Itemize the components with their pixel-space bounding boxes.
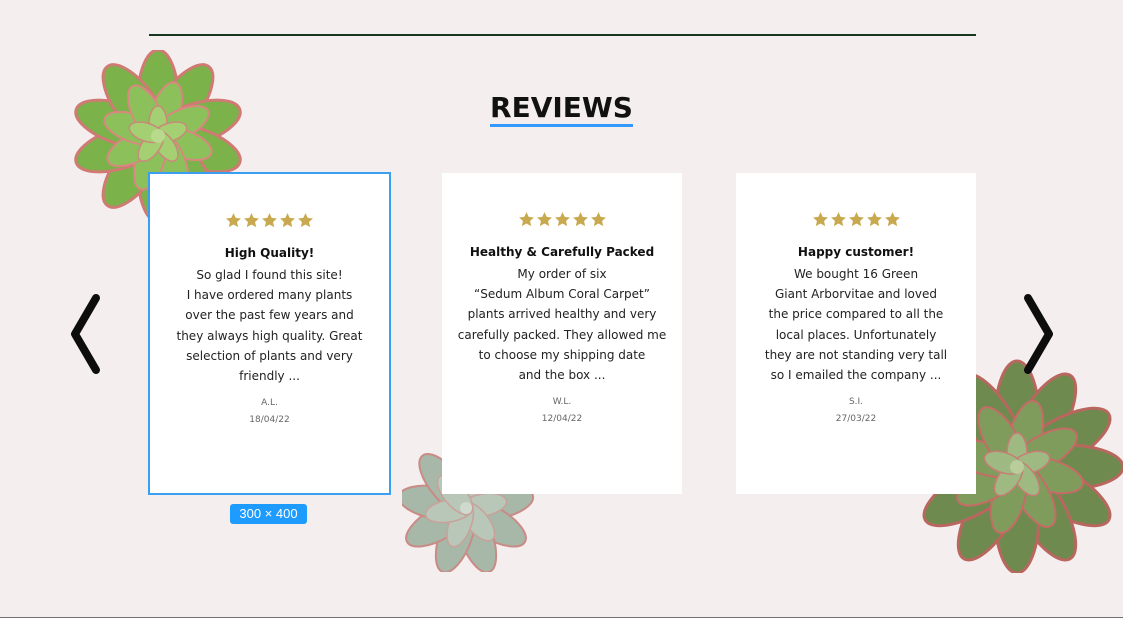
review-text-line: to choose my shipping date: [478, 347, 646, 362]
review-date: 18/04/22: [249, 415, 290, 425]
star-icon: [866, 212, 882, 227]
review-text-line: I have ordered many plants: [186, 288, 353, 303]
review-text: So glad I found this site! I have ordere…: [150, 265, 389, 386]
review-text-line: selection of plants and very: [186, 348, 353, 363]
review-title: Healthy & Carefully Packed: [469, 245, 655, 259]
review-card[interactable]: Healthy & Carefully Packed My order of s…: [442, 173, 682, 494]
review-text-line: over the past few years and: [185, 308, 354, 323]
star-icon: [298, 213, 313, 228]
star-icon: [226, 213, 241, 228]
star-icon: [536, 212, 552, 227]
reviews-heading-text: REVIEWS: [490, 92, 633, 127]
carousel-next-button[interactable]: [1018, 290, 1058, 378]
review-date: 27/03/22: [835, 414, 877, 424]
review-date: 12/04/22: [541, 414, 583, 424]
review-text-line: We bought 16 Green: [793, 267, 919, 281]
review-text-line: “Sedum Album Coral Carpet”: [474, 287, 650, 302]
review-text-line: Giant Arborvitae and loved: [774, 287, 937, 302]
chevron-right-icon: [1024, 294, 1053, 374]
star-icon: [262, 213, 277, 228]
review-text-line: My order of six: [517, 267, 607, 281]
star-rating: [442, 211, 682, 228]
star-icon: [590, 212, 606, 227]
star-icon: [830, 212, 846, 227]
star-icon: [848, 212, 864, 227]
review-text-line: they always high quality. Great: [176, 328, 363, 343]
review-title: Happy customer!: [797, 245, 915, 259]
review-text: My order of six “Sedum Album Coral Carpe…: [442, 264, 682, 385]
review-text-line: carefully packed. They allowed me: [457, 327, 667, 342]
review-card[interactable]: Happy customer! We bought 16 Green Giant…: [736, 173, 976, 494]
carousel-prev-button[interactable]: [66, 290, 106, 378]
review-text-line: local places. Unfortunately: [775, 327, 937, 342]
review-text-line: plants arrived healthy and very: [467, 307, 657, 322]
chevron-left-icon: [71, 294, 100, 374]
review-author: S.I.: [848, 397, 864, 407]
review-author: W.L.: [552, 397, 572, 407]
review-card[interactable]: High Quality! So glad I found this site!…: [148, 172, 391, 495]
top-divider: [149, 34, 976, 36]
star-icon: [572, 212, 588, 227]
star-rating: [736, 211, 976, 228]
review-text-line: they are not standing very tall: [764, 347, 948, 362]
star-icon: [812, 212, 828, 227]
review-text-line: friendly ...: [239, 369, 300, 384]
star-icon: [280, 213, 295, 228]
star-icon: [884, 212, 900, 227]
star-icon: [518, 212, 534, 227]
star-icon: [554, 212, 570, 227]
review-text: We bought 16 Green Giant Arborvitae and …: [736, 264, 976, 385]
star-rating: [150, 212, 389, 229]
review-text-line: so I emailed the company ...: [770, 368, 942, 383]
review-text-line: the price compared to all the: [768, 307, 944, 322]
review-text-line: and the box ...: [518, 368, 606, 383]
star-icon: [244, 213, 259, 228]
review-text-line: So glad I found this site!: [196, 268, 343, 282]
review-author: A.L.: [261, 398, 278, 408]
reviews-heading: REVIEWS: [0, 88, 1123, 128]
selection-size-badge: 300 × 400: [230, 504, 307, 524]
review-title: High Quality!: [224, 246, 315, 260]
